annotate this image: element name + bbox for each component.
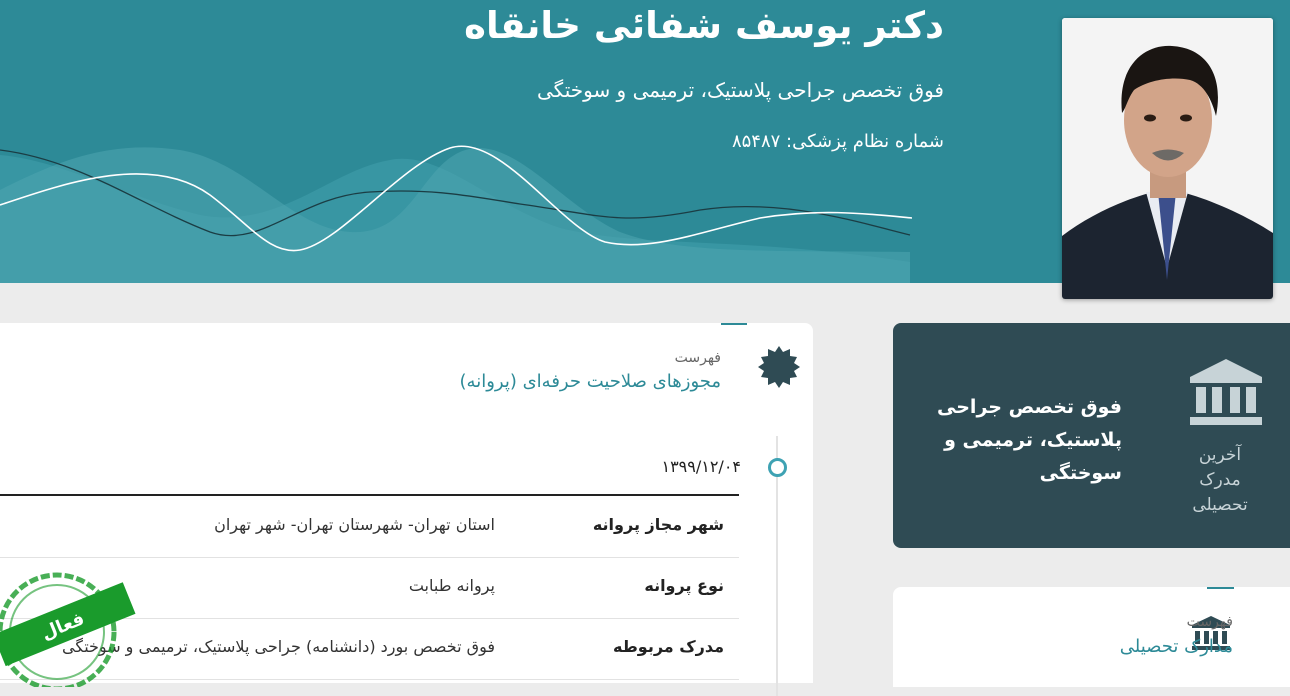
education-card: فهرست مدارک تحصیلی	[893, 587, 1290, 687]
license-row-city: شهر مجاز پروانه استان تهران- شهرستان تهر…	[0, 496, 739, 558]
license-row-value: پروانه طبابت	[408, 576, 495, 595]
latest-degree-value: فوق تخصص جراحی پلاستیک، ترمیمی و سوختگی	[937, 396, 1122, 484]
badge-icon	[758, 346, 800, 388]
latest-degree-card: آخرین مدرک تحصیلی فوق تخصص جراحی پلاستیک…	[893, 323, 1290, 548]
license-row-value: استان تهران- شهرستان تهران- شهر تهران	[214, 515, 495, 534]
license-row-label: نوع پروانه	[644, 576, 724, 595]
doctor-photo	[1062, 18, 1273, 299]
license-row-label: مدرک مربوطه	[613, 637, 724, 656]
education-card-title[interactable]: مدارک تحصیلی	[1120, 636, 1233, 657]
medical-registration-number: شماره نظام پزشکی: ۸۵۴۸۷	[731, 131, 944, 152]
doctor-specialty: فوق تخصص جراحی پلاستیک، ترمیمی و سوختگی	[537, 78, 944, 102]
timeline-dot	[768, 458, 787, 477]
card-accent-line	[721, 323, 747, 325]
active-status-stamp: فعال	[0, 572, 136, 687]
license-row-label: شهر مجاز پروانه	[592, 515, 724, 534]
doctor-portrait-icon	[1062, 18, 1273, 299]
licenses-card-title[interactable]: مجوزهای صلاحیت حرفه‌ای (پروانه)	[460, 371, 721, 392]
latest-degree-label: آخرین مدرک تحصیلی	[1192, 445, 1248, 515]
education-card-caption: فهرست	[1186, 614, 1233, 630]
license-date: ۱۳۹۹/۱۲/۰۴	[661, 457, 741, 476]
institution-icon	[1190, 359, 1262, 425]
doctor-name: دکتر یوسف شفائی خانقاه	[464, 4, 944, 47]
licenses-card-caption: فهرست	[674, 350, 721, 366]
card-accent-line	[1207, 587, 1234, 589]
